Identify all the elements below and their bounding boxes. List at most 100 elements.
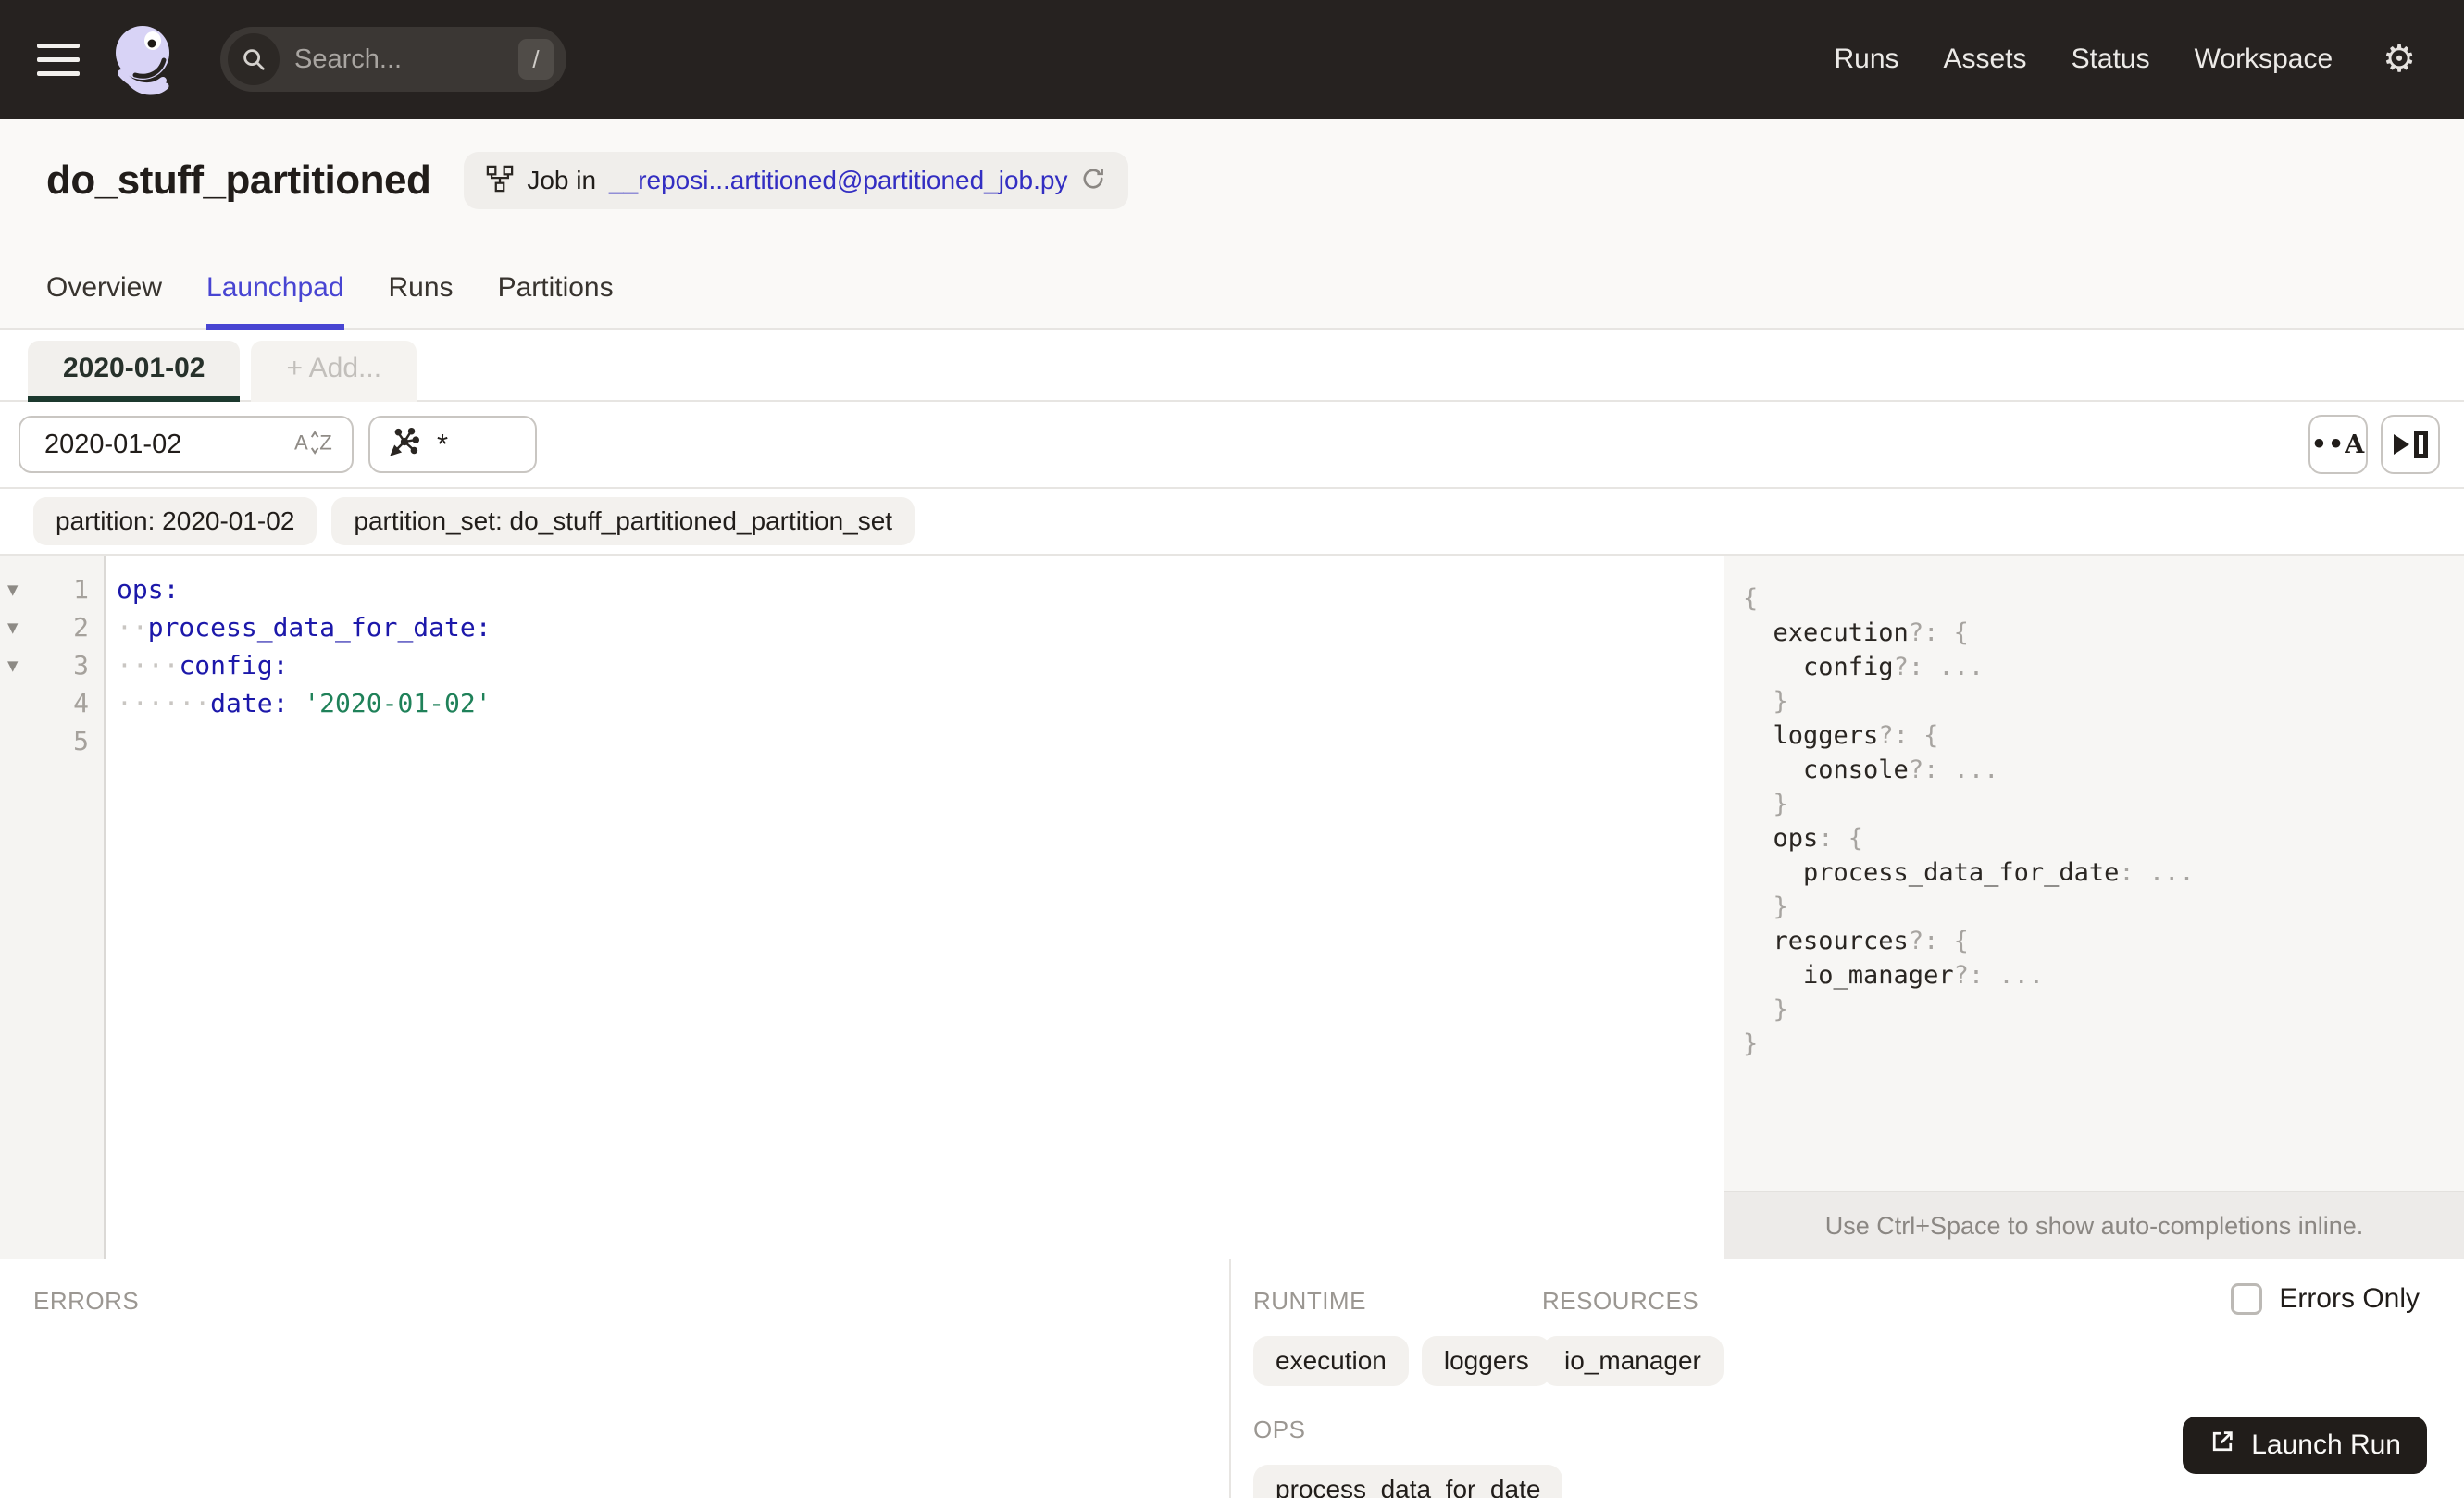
partition-input[interactable] — [43, 428, 294, 461]
resources-chips: io_manager — [1542, 1336, 1724, 1386]
fold-arrow-icon[interactable]: ▼ — [7, 618, 18, 638]
editor-buttons: ••A — [2308, 415, 2440, 474]
svg-text:Z: Z — [319, 431, 332, 454]
header-tab[interactable]: Runs — [389, 272, 454, 330]
dagster-logo[interactable] — [107, 22, 181, 96]
search-icon — [228, 33, 280, 85]
line-number: 2 — [73, 612, 89, 643]
launch-run-label: Launch Run — [2251, 1429, 2401, 1460]
runtime-chip[interactable]: execution — [1253, 1336, 1409, 1386]
nav-item[interactable]: Status — [2072, 44, 2150, 75]
menu-hamburger-icon[interactable] — [37, 43, 80, 76]
config-tab-label: 2020-01-02 — [63, 353, 205, 383]
top-navbar: / Runs Assets Status Workspace ⚙ — [0, 0, 2464, 119]
errors-only-toggle[interactable]: Errors Only — [2231, 1283, 2420, 1315]
op-chip[interactable]: process_data_for_date — [1253, 1465, 1563, 1498]
tag-pill[interactable]: partition: 2020-01-02 — [33, 497, 317, 545]
editor-code-area[interactable]: ops: ··process_data_for_date: ····config: ·… — [106, 570, 1724, 1259]
nav-item[interactable]: Assets — [1944, 44, 2027, 75]
resource-chip[interactable]: io_manager — [1542, 1336, 1724, 1386]
gutter-row: ▼ 2 — [0, 608, 106, 646]
fold-arrow-icon[interactable]: ▼ — [7, 580, 18, 600]
job-graph-icon — [486, 165, 514, 197]
code-line: } — [1743, 893, 1788, 921]
code-line: ······date: '2020-01-02' — [117, 688, 492, 718]
code-line: execution?: { — [1743, 618, 1969, 647]
code-line: loggers?: { — [1743, 721, 1939, 750]
job-origin-link[interactable]: __reposi...artitioned@partitioned_job.py — [609, 166, 1067, 195]
bottom-panel: ERRORS RUNTIME execution loggers RESOURCE… — [0, 1259, 2464, 1498]
job-origin-pill: Job in __reposi...artitioned@partitioned… — [464, 152, 1129, 209]
page-header: do_stuff_partitioned Job in __reposi...a… — [0, 119, 2464, 330]
code-line: } — [1743, 790, 1788, 818]
code-line: console?: ... — [1743, 755, 1999, 784]
config-tabs-row: 2020-01-02 + Add... — [0, 330, 2464, 402]
resources-label: RESOURCES — [1542, 1287, 1699, 1315]
header-tab-label: Launchpad — [206, 272, 344, 303]
config-tab-partition[interactable]: 2020-01-02 — [28, 341, 241, 402]
errors-label: ERRORS — [33, 1287, 140, 1315]
editor-gutter: ▼ 1 ▼ 2 ▼ 3 ▼ 4 ▼ — [0, 570, 106, 1259]
line-number: 1 — [73, 574, 89, 605]
gear-icon[interactable]: ⚙ — [2377, 40, 2421, 79]
title-row: do_stuff_partitioned Job in __reposi...a… — [46, 152, 2420, 209]
add-config-tab-button[interactable]: + Add... — [251, 341, 417, 402]
header-tab[interactable]: Overview — [46, 272, 162, 330]
header-tab[interactable]: Launchpad — [206, 272, 344, 330]
fold-arrow-icon[interactable]: ▼ — [7, 655, 18, 676]
sort-alphabetical-icon: A Z — [294, 429, 337, 461]
play-into-rectangle-icon — [2393, 431, 2428, 458]
gutter-row: ▼ 4 — [0, 684, 106, 722]
toggle-whitespace-button[interactable]: ••A — [2308, 415, 2368, 474]
page-title: do_stuff_partitioned — [46, 157, 431, 203]
code-line: ····config: — [117, 650, 289, 680]
runtime-chips: execution loggers — [1253, 1336, 1551, 1386]
header-tab[interactable]: Partitions — [498, 272, 614, 330]
errors-only-checkbox[interactable] — [2231, 1283, 2263, 1315]
op-selection-input[interactable] — [435, 427, 516, 462]
resources-group: RESOURCES io_manager — [1542, 1287, 1724, 1386]
autocomplete-hint: Use Ctrl+Space to show auto-completions … — [1724, 1191, 2464, 1259]
job-origin-prefix: Job in — [527, 166, 597, 194]
launch-external-icon — [2209, 1428, 2236, 1463]
errors-only-label: Errors Only — [2279, 1283, 2420, 1314]
op-selection-field[interactable] — [368, 416, 537, 473]
scaffold-config-button[interactable] — [2381, 415, 2440, 474]
line-number: 3 — [73, 650, 89, 680]
launch-run-button[interactable]: Launch Run — [2183, 1417, 2427, 1474]
errors-section: ERRORS — [0, 1259, 1231, 1498]
tags-row: partition: 2020-01-02 partition_set: do_… — [0, 489, 2464, 556]
runtime-group: RUNTIME execution loggers — [1253, 1287, 1551, 1386]
config-schema-panel: { execution?: { config?: ... } loggers?:… — [1724, 556, 2464, 1259]
gutter-row: ▼ 1 — [0, 570, 106, 608]
search-bar[interactable]: / — [220, 27, 566, 92]
partition-select-field[interactable]: A Z — [19, 416, 354, 473]
runtime-label: RUNTIME — [1253, 1287, 1366, 1315]
runtime-chip[interactable]: loggers — [1421, 1336, 1551, 1386]
config-editor: ▼ 1 ▼ 2 ▼ 3 ▼ 4 ▼ — [0, 556, 1724, 1259]
code-line: } — [1743, 995, 1788, 1024]
nav-links: Runs Assets Status Workspace — [1834, 44, 2333, 75]
search-input[interactable] — [292, 43, 518, 76]
code-line: ops: { — [1743, 824, 1864, 853]
line-number: 4 — [73, 688, 89, 718]
schema-code: { execution?: { config?: ... } loggers?:… — [1724, 556, 2464, 1191]
header-tab-label: Overview — [46, 272, 163, 303]
code-line: ··process_data_for_date: — [117, 612, 492, 643]
inputs-row: A Z ••A — [0, 402, 2464, 489]
code-line: } — [1743, 687, 1788, 716]
run-config-summary: RUNTIME execution loggers RESOURCES io_ma… — [1231, 1259, 2464, 1498]
search-shortcut-badge: / — [518, 39, 554, 80]
code-line: config?: ... — [1743, 653, 1985, 681]
nav-item[interactable]: Runs — [1834, 44, 1898, 75]
header-tab-label: Runs — [388, 272, 454, 303]
code-line: resources?: { — [1743, 927, 1969, 955]
code-line: { — [1743, 584, 1759, 613]
line-number: 5 — [73, 726, 89, 756]
reload-icon[interactable] — [1080, 166, 1106, 196]
whitespace-icon: ••A — [2310, 430, 2366, 459]
tag-pill[interactable]: partition_set: do_stuff_partitioned_part… — [331, 497, 915, 545]
nav-item[interactable]: Workspace — [2195, 44, 2333, 75]
header-tab-label: Partitions — [497, 272, 614, 303]
